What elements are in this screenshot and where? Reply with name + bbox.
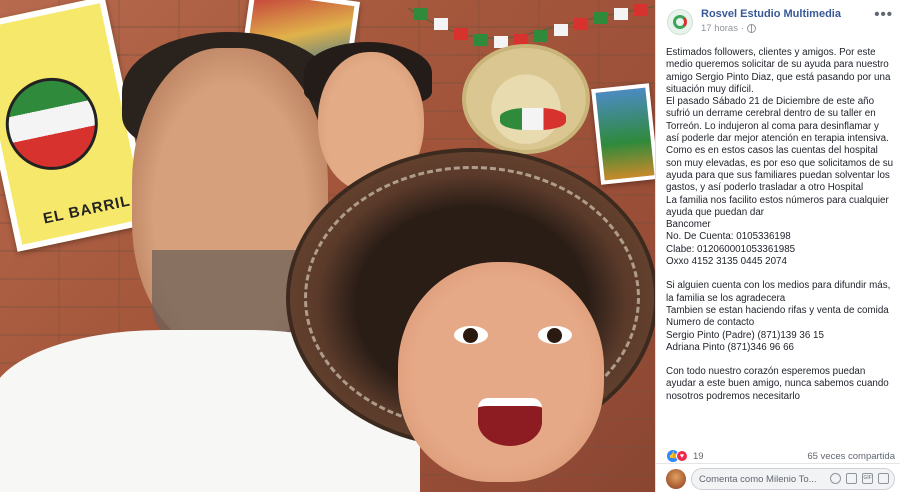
bank-name: Bancomer [666, 219, 711, 231]
more-options-icon[interactable]: ••• [874, 6, 893, 23]
post-text: Estimados followers, clientes y amigos. … [666, 47, 894, 403]
account-number: No. De Cuenta: 0105336198 [666, 231, 791, 243]
child-right-eye [538, 326, 572, 344]
small-sombrero [462, 44, 590, 154]
sombrero-band [500, 108, 566, 130]
page-logo-icon [673, 15, 687, 29]
post-paragraph: Con todo nuestro corazón esperemos pueda… [666, 366, 889, 402]
child-face [398, 262, 604, 482]
page-name-link[interactable]: Rosvel Estudio Multimedia [701, 8, 841, 20]
child-left-eye [454, 326, 488, 344]
sticker-icon[interactable] [878, 473, 889, 484]
gif-icon[interactable]: GIF [862, 473, 873, 484]
comment-field[interactable]: GIF [691, 468, 895, 490]
share-count[interactable]: 65 veces compartida [807, 451, 895, 462]
comment-tools: GIF [830, 473, 889, 484]
child-mouth [478, 398, 542, 446]
post-timestamp[interactable]: 17 horas · [701, 23, 757, 34]
clabe-number: Clabe: 012060001053361985 [666, 243, 796, 255]
reaction-count[interactable]: 19 [693, 451, 704, 462]
comment-bar: GIF [656, 463, 900, 492]
post-sidebar: Rosvel Estudio Multimedia 17 horas · •••… [655, 0, 900, 492]
contact-line: Adriana Pinto (871)346 96 66 [666, 341, 794, 353]
emoji-icon[interactable] [830, 473, 841, 484]
post-paragraph: Tambien se estan haciendo rifas y venta … [666, 304, 889, 316]
oxxo-number: Oxxo 4152 3135 0445 2074 [666, 256, 787, 268]
loteria-card-label: EL BARRIL [41, 192, 132, 228]
post-header: Rosvel Estudio Multimedia 17 horas · ••• [656, 0, 900, 44]
post-paragraph: Si alguien cuenta con los medios para di… [666, 280, 891, 304]
love-reaction-icon[interactable]: ♥ [676, 450, 688, 462]
post-paragraph: Como es en estos casos las cuentas del h… [666, 145, 894, 194]
page-avatar[interactable] [667, 9, 693, 35]
barrel-illustration [0, 69, 107, 179]
post-paragraph: Estimados followers, clientes y amigos. … [666, 47, 891, 95]
post-time-text: 17 horas [701, 23, 738, 34]
contact-line: Sergio Pinto (Padre) (871)139 36 15 [666, 329, 824, 341]
post-paragraph: La familia nos facilito estos números pa… [666, 194, 889, 218]
camera-icon[interactable] [846, 473, 857, 484]
user-avatar [666, 469, 686, 489]
comment-input[interactable] [699, 472, 817, 487]
post-photo[interactable]: EL BARRIL [0, 0, 655, 492]
globe-icon [747, 24, 757, 33]
post-paragraph: El pasado Sábado 21 de Diciembre de este… [666, 96, 889, 145]
loteria-card-right [591, 83, 655, 185]
contact-title: Numero de contacto [666, 317, 755, 329]
